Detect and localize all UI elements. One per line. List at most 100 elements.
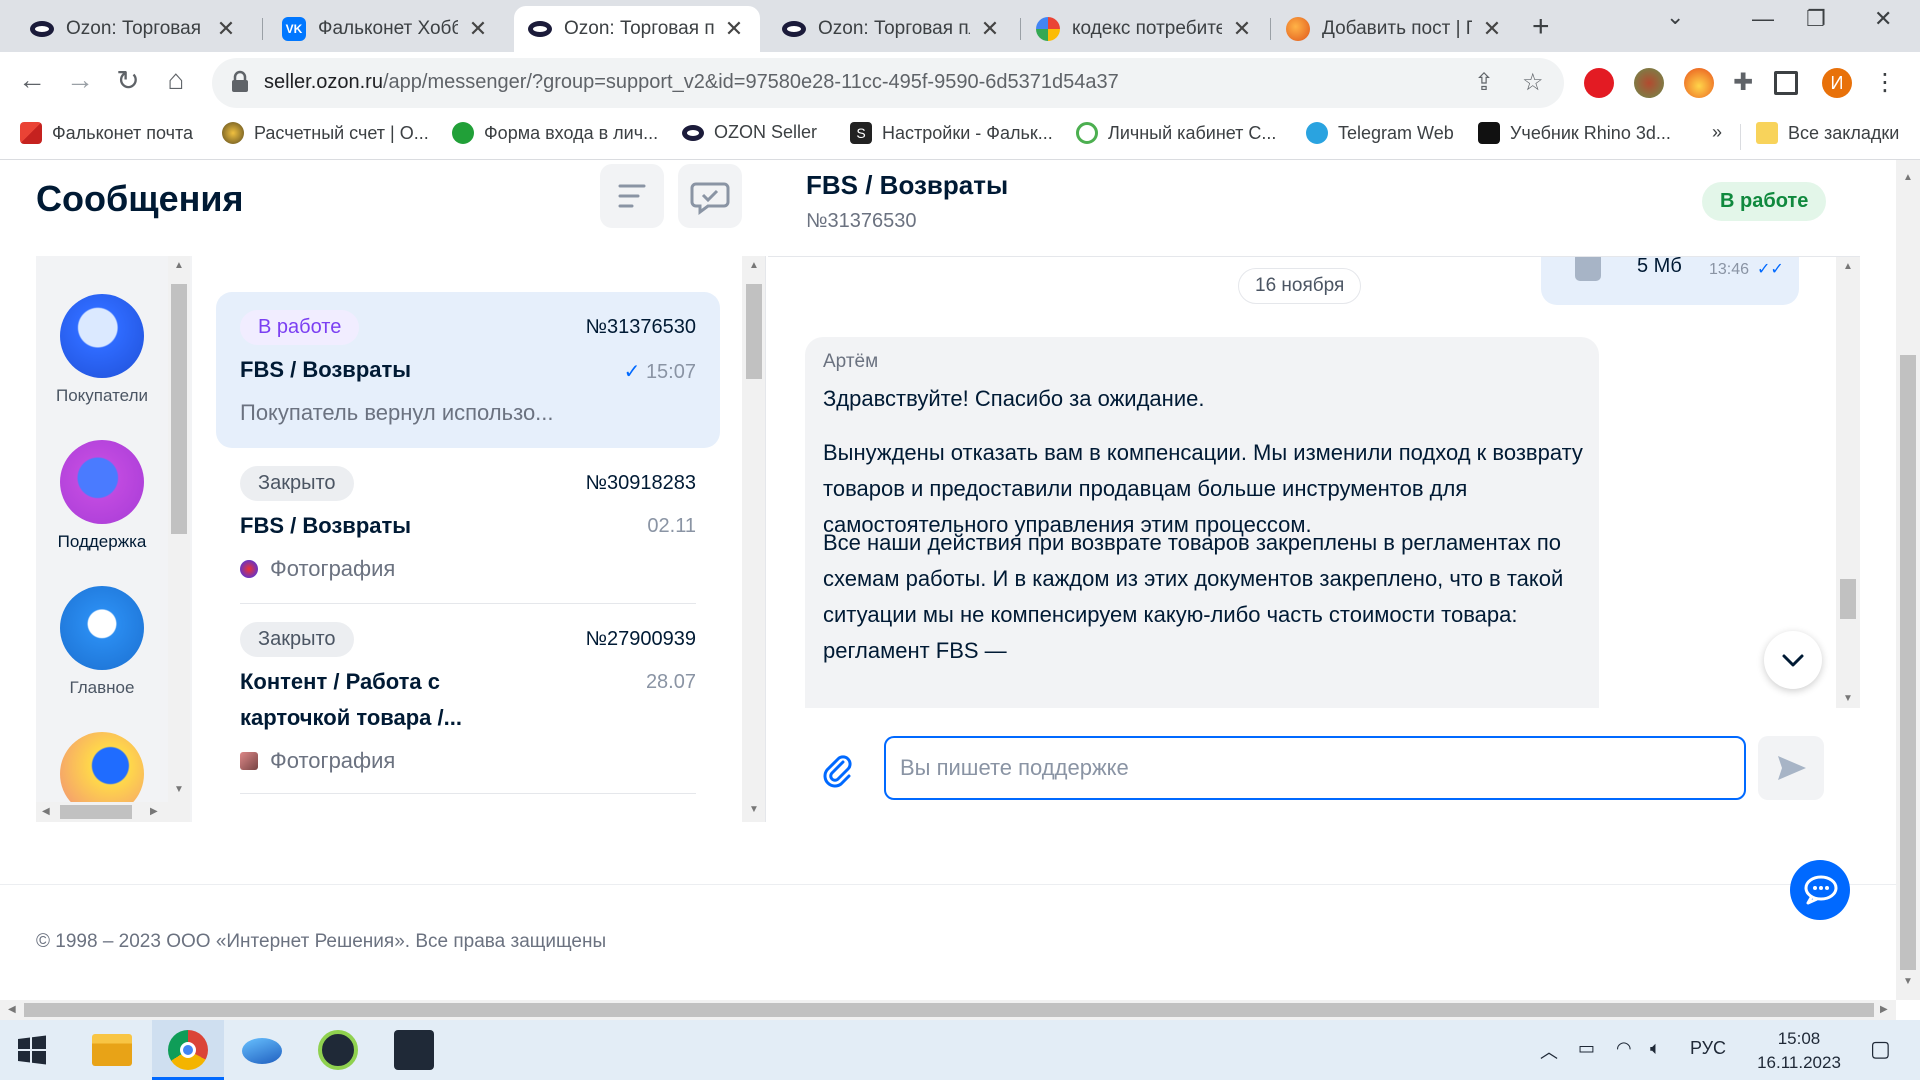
scroll-thumb[interactable] [24, 1003, 1874, 1017]
page-vertical-scrollbar[interactable]: ▲ ▼ [1896, 160, 1920, 1000]
opera-extension-icon[interactable] [1584, 68, 1614, 98]
restore-icon[interactable]: ❐ [1806, 6, 1826, 32]
chat-title: FBS / Возвраты [240, 357, 412, 382]
side-panel-icon[interactable] [1774, 71, 1798, 95]
scroll-up-arrow-icon[interactable]: ▲ [174, 260, 184, 271]
scroll-down-arrow-icon[interactable]: ▼ [1843, 693, 1853, 704]
scroll-left-arrow-icon[interactable]: ◀ [42, 806, 50, 817]
bookmark-item[interactable]: Личный кабинет С... [1076, 122, 1276, 144]
buyers-icon [60, 294, 144, 378]
wifi-icon[interactable]: ◠ [1616, 1038, 1632, 1059]
rail-item-buyers[interactable]: Покупатели [36, 294, 168, 406]
scroll-up-arrow-icon[interactable]: ▲ [749, 260, 759, 271]
fire-extension-icon[interactable] [1684, 68, 1714, 98]
new-tab-button[interactable]: + [1532, 10, 1550, 44]
app-icon[interactable] [318, 1030, 358, 1070]
extensions-puzzle-icon[interactable]: ✚ [1728, 68, 1758, 98]
close-icon[interactable]: ✕ [722, 16, 746, 42]
address-bar[interactable]: seller.ozon.ru/app/messenger/?group=supp… [212, 58, 1564, 108]
share-icon[interactable]: ⇪ [1474, 68, 1494, 97]
chat-number: №30918283 [585, 472, 696, 494]
scroll-thumb[interactable] [171, 284, 187, 534]
chat-list-scrollbar[interactable]: ▲ ▼ [742, 256, 765, 822]
scroll-down-arrow-icon[interactable]: ▼ [749, 804, 759, 815]
close-icon[interactable]: ✕ [466, 16, 490, 42]
new-chat-button[interactable] [678, 164, 742, 228]
file-explorer-icon[interactable] [92, 1034, 132, 1066]
bookmark-item[interactable]: OZON Seller [682, 122, 817, 143]
all-bookmarks-button[interactable]: Все закладки [1756, 122, 1899, 144]
close-icon[interactable]: ✕ [1480, 16, 1504, 42]
tab-search-icon[interactable]: ⌄ [1666, 4, 1684, 30]
browser-tab[interactable]: Ozon: Торговая пл ✕ [16, 6, 252, 52]
menu-dots-icon[interactable]: ⋮ [1870, 68, 1900, 98]
chat-title: FBS / Возвраты [240, 513, 412, 538]
taskbar-clock[interactable]: 15:08 16.11.2023 [1746, 1027, 1852, 1075]
lock-icon[interactable] [230, 70, 250, 94]
page-horizontal-scrollbar[interactable]: ◀ ▶ [0, 1000, 1896, 1020]
bookmark-star-icon[interactable]: ☆ [1522, 68, 1544, 97]
browser-tab[interactable]: Ozon: Торговая пл ✕ [768, 6, 1016, 52]
bookmark-item[interactable]: S Настройки - Фальк... [850, 122, 1053, 144]
support-chat-button[interactable] [1790, 860, 1850, 920]
bookmarks-overflow-button[interactable]: » [1712, 122, 1722, 143]
browser-tab[interactable]: кодекс потребите ✕ [1022, 6, 1268, 52]
extension-icon[interactable] [1634, 68, 1664, 98]
bookmark-item[interactable]: Форма входа в лич... [452, 122, 658, 144]
pikabu-logo-icon [1286, 17, 1310, 41]
reload-icon[interactable]: ↻ [110, 64, 146, 97]
bookmark-item[interactable]: Учебник Rhino 3d... [1478, 122, 1671, 144]
chat-list-item[interactable] [216, 812, 720, 822]
app-icon[interactable] [242, 1038, 282, 1064]
thread-scrollbar[interactable]: ▲ ▼ [1836, 257, 1860, 708]
taskbar-chrome-active[interactable] [152, 1020, 224, 1080]
battery-icon[interactable]: ▭ [1578, 1038, 1595, 1059]
rail-item-main[interactable]: Главное [36, 586, 168, 698]
bookmark-label: Личный кабинет С... [1108, 122, 1277, 143]
bookmark-item[interactable]: Расчетный счет | О... [222, 122, 429, 144]
profile-avatar[interactable]: И [1822, 68, 1852, 98]
paperclip-icon[interactable] [822, 752, 852, 788]
bookmark-item[interactable]: Фальконет почта [20, 122, 193, 144]
back-icon[interactable]: ← [14, 64, 50, 96]
send-button[interactable] [1758, 736, 1824, 800]
scroll-down-arrow-icon[interactable]: ▼ [174, 784, 184, 795]
scroll-right-arrow-icon[interactable]: ▶ [150, 806, 158, 817]
rail-scrollbar[interactable]: ▲ ▼ [168, 256, 190, 822]
input-language[interactable]: РУС [1690, 1038, 1726, 1059]
windows-start-icon[interactable] [16, 1034, 48, 1066]
forward-icon[interactable]: → [62, 64, 98, 96]
rail-hscrollbar[interactable]: ◀ ▶ [36, 802, 168, 822]
scroll-thumb[interactable] [1900, 355, 1916, 970]
close-icon[interactable]: ✕ [214, 16, 238, 42]
minimize-icon[interactable]: — [1752, 6, 1774, 32]
scroll-up-arrow-icon[interactable]: ▲ [1903, 172, 1913, 183]
notifications-icon[interactable]: ▢ [1870, 1036, 1891, 1062]
chat-list-item[interactable]: Закрыто №30918283 FBS / Возвраты 02.11 Ф… [216, 448, 720, 604]
browser-tab[interactable]: VK Фальконет Хобби ✕ [268, 6, 504, 52]
browser-tab-active[interactable]: Ozon: Торговая пл ✕ [514, 6, 760, 52]
tray-overflow-icon[interactable]: ︿ [1540, 1038, 1558, 1064]
scroll-thumb[interactable] [746, 284, 762, 379]
scroll-to-bottom-button[interactable] [1764, 631, 1822, 689]
rail-item-support[interactable]: Поддержка [36, 440, 168, 552]
browser-tab[interactable]: Добавить пост | П ✕ [1272, 6, 1518, 52]
file-message-bubble[interactable]: 5 Мб 13:46 ✓✓ [1541, 257, 1799, 305]
home-icon[interactable]: ⌂ [158, 64, 194, 96]
scroll-left-arrow-icon[interactable]: ◀ [8, 1004, 16, 1015]
close-icon[interactable]: ✕ [1230, 16, 1254, 42]
scroll-down-arrow-icon[interactable]: ▼ [1903, 976, 1913, 987]
scroll-right-arrow-icon[interactable]: ▶ [1880, 1004, 1888, 1015]
chat-list-item[interactable]: Закрыто №27900939 Контент / Работа с кар… [216, 604, 720, 794]
scroll-up-arrow-icon[interactable]: ▲ [1843, 261, 1853, 272]
chat-list-item[interactable]: В работе №31376530 FBS / Возвраты ✓ 15:0… [216, 292, 720, 448]
message-input[interactable] [884, 736, 1746, 800]
scroll-thumb[interactable] [1840, 579, 1856, 619]
close-icon[interactable]: ✕ [978, 16, 1002, 42]
volume-icon[interactable]: 🔈︎ [1650, 1038, 1661, 1059]
bookmark-item[interactable]: Telegram Web [1306, 122, 1454, 144]
scroll-thumb[interactable] [60, 805, 132, 819]
close-window-icon[interactable]: ✕ [1874, 6, 1892, 32]
filter-button[interactable] [600, 164, 664, 228]
rhino-app-icon[interactable] [394, 1030, 434, 1070]
